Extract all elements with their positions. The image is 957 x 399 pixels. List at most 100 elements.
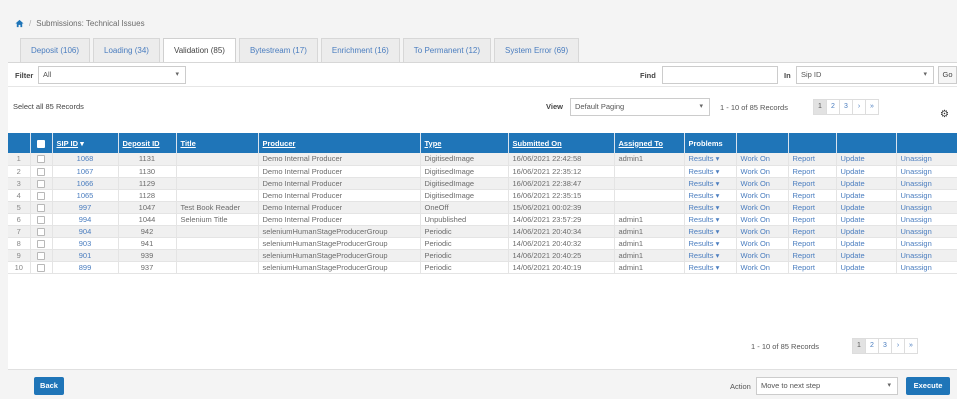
tab-bytestream[interactable]: Bytestream (17)	[238, 38, 318, 62]
checkbox[interactable]	[37, 227, 45, 236]
update-link[interactable]: Update	[836, 189, 897, 202]
checkbox[interactable]	[37, 215, 45, 224]
gear-icon[interactable]: ⚙	[940, 109, 949, 120]
last-page-button[interactable]: »	[865, 99, 879, 115]
report-link[interactable]: Report	[788, 177, 837, 190]
report-link[interactable]: Report	[788, 225, 837, 238]
table-row[interactable]: 3 1066 1129 Demo Internal Producer Digitised…	[8, 177, 957, 190]
results-dropdown[interactable]: Results ▾	[684, 177, 737, 190]
table-row[interactable]: 9 901 939 seleniumHumanStageProducerGroup Pe…	[8, 249, 957, 262]
unassign-link[interactable]: Unassign	[896, 249, 957, 262]
row-checkbox[interactable]	[30, 177, 53, 190]
tab-enrichment[interactable]: Enrichment (16)	[320, 38, 400, 62]
tab-loading[interactable]: Loading (34)	[93, 38, 160, 62]
sip-id-link[interactable]: 1065	[52, 189, 119, 202]
submitted-on-header[interactable]: Submitted On	[508, 133, 615, 153]
results-dropdown[interactable]: Results ▾	[684, 213, 737, 226]
page-2-button[interactable]: 2	[865, 338, 879, 354]
results-dropdown[interactable]: Results ▾	[684, 189, 737, 202]
find-input[interactable]	[662, 66, 778, 84]
tab-system-error[interactable]: System Error (69)	[494, 38, 580, 62]
action-select[interactable]: Move to next step ▾	[756, 377, 898, 395]
sip-id-link[interactable]: 997	[52, 201, 119, 214]
page-1-button[interactable]: 1	[813, 99, 827, 115]
next-page-button[interactable]: ›	[852, 99, 866, 115]
work-on-link[interactable]: Work On	[736, 261, 789, 274]
report-link[interactable]: Report	[788, 189, 837, 202]
search-field-select[interactable]: Sip ID ▾	[796, 66, 934, 84]
tab-to-permanent[interactable]: To Permanent (12)	[402, 38, 492, 62]
work-on-link[interactable]: Work On	[736, 165, 789, 178]
go-button[interactable]: Go	[938, 66, 957, 84]
update-link[interactable]: Update	[836, 177, 897, 190]
checkbox[interactable]	[37, 203, 45, 212]
unassign-link[interactable]: Unassign	[896, 177, 957, 190]
title-header[interactable]: Title	[176, 133, 259, 153]
sip-id-link[interactable]: 899	[52, 261, 119, 274]
unassign-link[interactable]: Unassign	[896, 165, 957, 178]
work-on-link[interactable]: Work On	[736, 237, 789, 250]
update-link[interactable]: Update	[836, 237, 897, 250]
work-on-link[interactable]: Work On	[736, 249, 789, 262]
execute-button[interactable]: Execute	[906, 377, 950, 395]
report-link[interactable]: Report	[788, 261, 837, 274]
deposit-id-header[interactable]: Deposit ID	[118, 133, 177, 153]
results-dropdown[interactable]: Results ▾	[684, 249, 737, 262]
sip-id-link[interactable]: 901	[52, 249, 119, 262]
unassign-link[interactable]: Unassign	[896, 189, 957, 202]
table-row[interactable]: 10 899 937 seleniumHumanStageProducerGroup P…	[8, 261, 957, 274]
row-checkbox[interactable]	[30, 261, 53, 274]
table-row[interactable]: 2 1067 1130 Demo Internal Producer Digitised…	[8, 165, 957, 178]
report-link[interactable]: Report	[788, 153, 837, 166]
row-checkbox[interactable]	[30, 249, 53, 262]
page-3-button[interactable]: 3	[839, 99, 853, 115]
type-header[interactable]: Type	[420, 133, 509, 153]
page-1-button[interactable]: 1	[852, 338, 866, 354]
report-link[interactable]: Report	[788, 165, 837, 178]
table-row[interactable]: 6 994 1044 Selenium Title Demo Internal Prod…	[8, 213, 957, 226]
results-dropdown[interactable]: Results ▾	[684, 261, 737, 274]
table-row[interactable]: 1 1068 1131 Demo Internal Producer Digitised…	[8, 153, 957, 166]
select-all-checkbox[interactable]	[30, 133, 53, 153]
checkbox[interactable]	[37, 191, 45, 200]
update-link[interactable]: Update	[836, 201, 897, 214]
sip-id-link[interactable]: 1066	[52, 177, 119, 190]
update-link[interactable]: Update	[836, 249, 897, 262]
checkbox[interactable]	[37, 155, 45, 164]
checkbox[interactable]	[37, 179, 45, 188]
row-checkbox[interactable]	[30, 237, 53, 250]
table-row[interactable]: 8 903 941 seleniumHumanStageProducerGroup Pe…	[8, 237, 957, 250]
table-row[interactable]: 5 997 1047 Test Book Reader Demo Internal Pr…	[8, 201, 957, 214]
sip-id-header[interactable]: SIP ID ▾	[52, 133, 119, 153]
checkbox[interactable]	[37, 251, 45, 260]
producer-header[interactable]: Producer	[258, 133, 421, 153]
sip-id-link[interactable]: 904	[52, 225, 119, 238]
sip-id-link[interactable]: 1068	[52, 153, 119, 166]
unassign-link[interactable]: Unassign	[896, 237, 957, 250]
results-dropdown[interactable]: Results ▾	[684, 153, 737, 166]
update-link[interactable]: Update	[836, 225, 897, 238]
work-on-link[interactable]: Work On	[736, 213, 789, 226]
results-dropdown[interactable]: Results ▾	[684, 225, 737, 238]
view-select[interactable]: Default Paging ▾	[570, 98, 710, 116]
report-link[interactable]: Report	[788, 201, 837, 214]
row-checkbox[interactable]	[30, 213, 53, 226]
sip-id-link[interactable]: 994	[52, 213, 119, 226]
tab-deposit[interactable]: Deposit (106)	[20, 38, 91, 62]
page-3-button[interactable]: 3	[878, 338, 892, 354]
checkbox[interactable]	[37, 167, 45, 176]
select-all-link[interactable]: Select all 85 Records	[13, 102, 84, 111]
page-2-button[interactable]: 2	[826, 99, 840, 115]
work-on-link[interactable]: Work On	[736, 177, 789, 190]
table-row[interactable]: 4 1065 1128 Demo Internal Producer Digitised…	[8, 189, 957, 202]
work-on-link[interactable]: Work On	[736, 189, 789, 202]
report-link[interactable]: Report	[788, 237, 837, 250]
tab-validation[interactable]: Validation (85)	[162, 38, 236, 62]
filter-select[interactable]: All ▾	[38, 66, 186, 84]
row-checkbox[interactable]	[30, 225, 53, 238]
work-on-link[interactable]: Work On	[736, 153, 789, 166]
row-checkbox[interactable]	[30, 189, 53, 202]
row-checkbox[interactable]	[30, 201, 53, 214]
row-checkbox[interactable]	[30, 165, 53, 178]
unassign-link[interactable]: Unassign	[896, 153, 957, 166]
